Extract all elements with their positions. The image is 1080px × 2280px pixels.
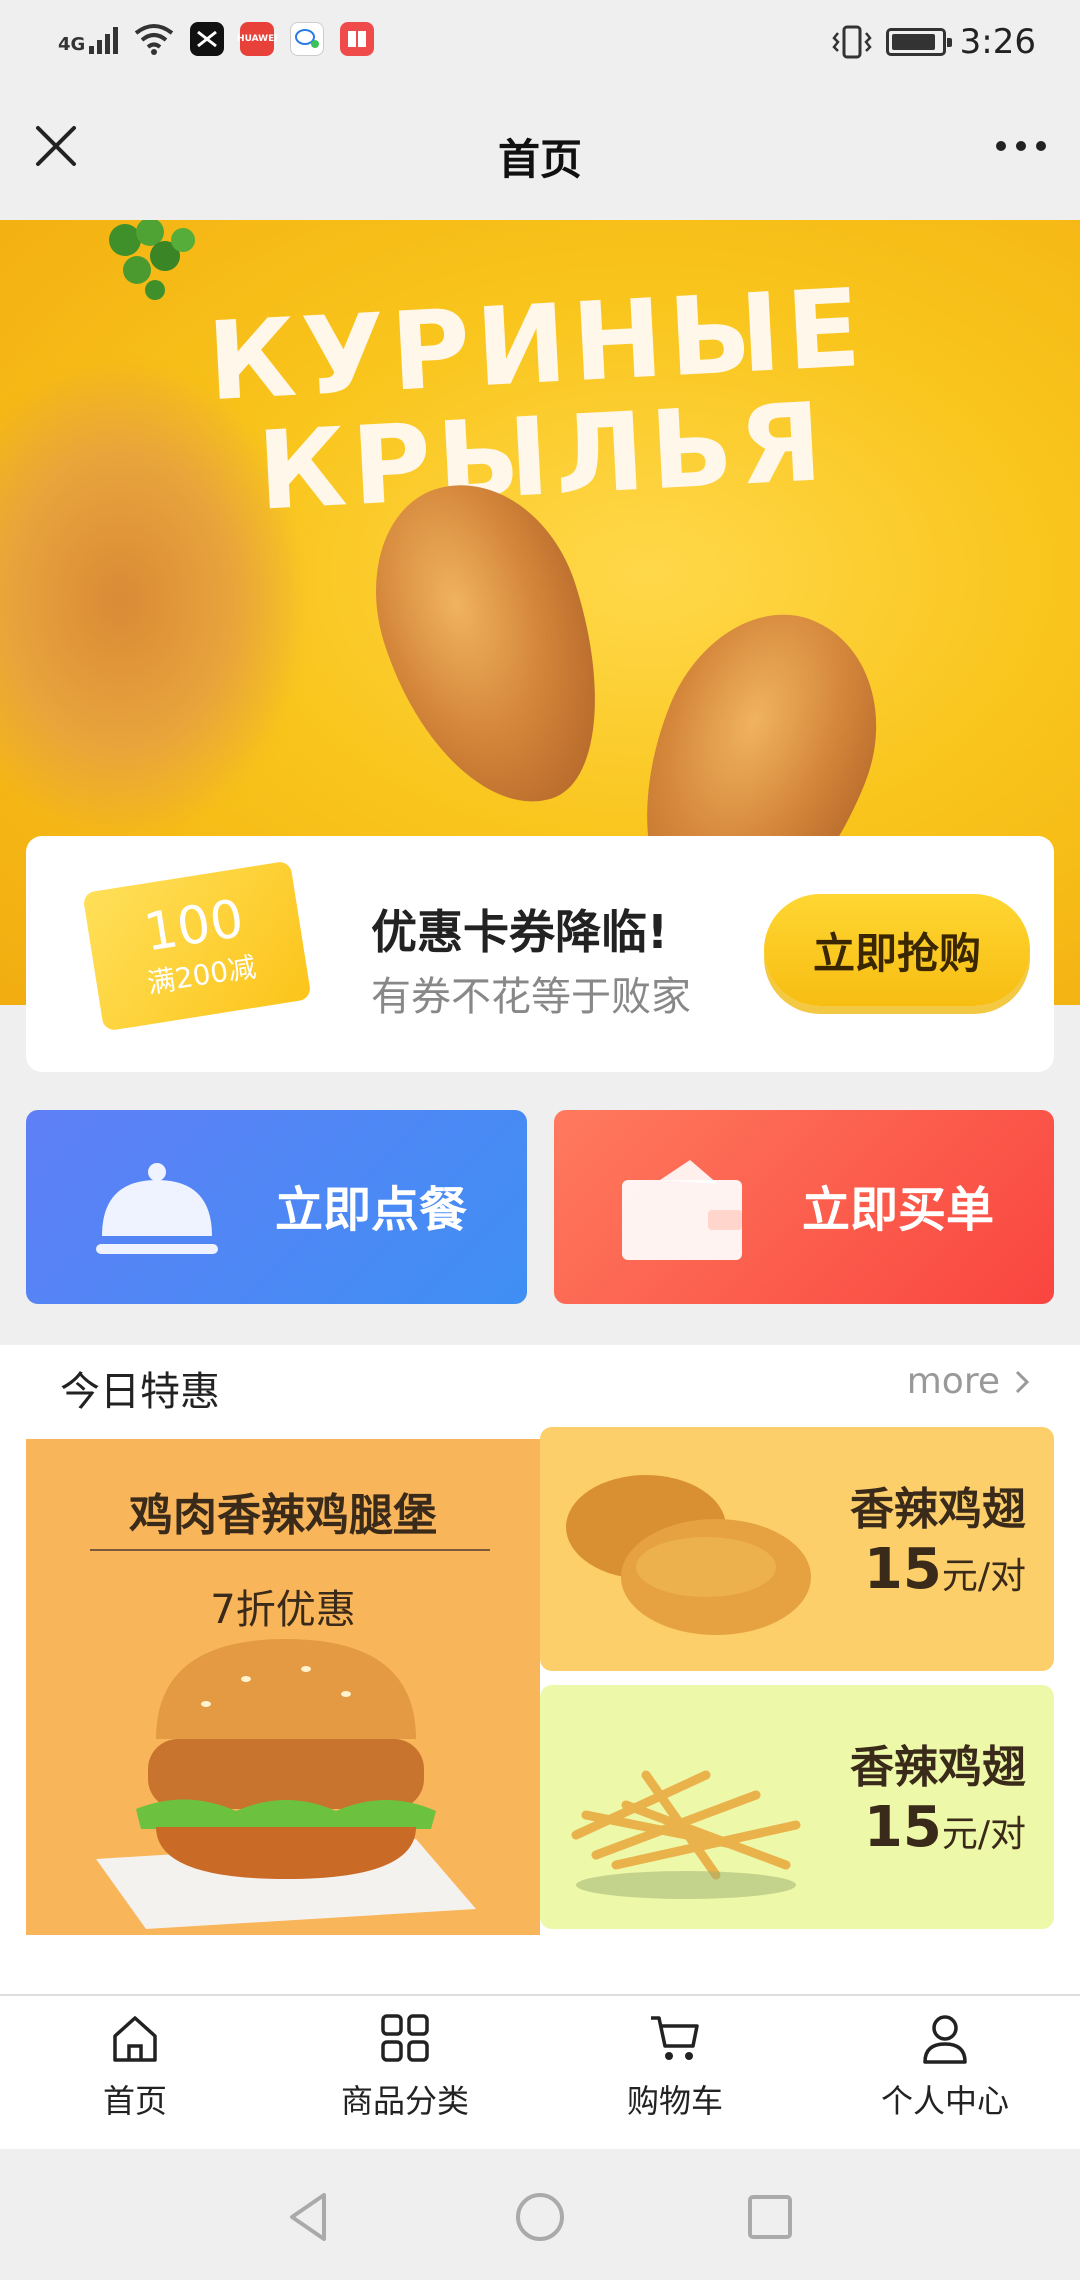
status-bar: 4G HUAWEI 3:26 — [0, 0, 1080, 90]
wifi-icon — [135, 24, 174, 55]
deal-name: 香辣鸡翅 — [850, 1484, 1026, 1535]
more-icon[interactable] — [986, 126, 1056, 166]
featured-deal-name: 鸡肉香辣鸡腿堡 — [129, 1490, 437, 1541]
tab-profile-label: 个人中心 — [880, 2082, 1009, 2120]
deal-price-unit: 元/对 — [941, 1814, 1026, 1855]
deal-price-value: 15 — [863, 1795, 942, 1860]
battery-icon — [885, 28, 952, 56]
message-app-icon — [290, 22, 325, 56]
tab-cart-label: 购物车 — [626, 2082, 723, 2120]
network-type: 4G — [58, 34, 86, 55]
page-title: 首页 — [497, 135, 582, 184]
clock: 3:26 — [959, 22, 1036, 62]
coupon-ticket-icon: 100 满200减 — [82, 860, 312, 1032]
tab-categories-label: 商品分类 — [340, 2082, 469, 2120]
home-icon — [113, 2016, 157, 2062]
deal-card[interactable]: 香辣鸡翅 15元/对 — [540, 1427, 1054, 1671]
user-icon — [923, 2015, 967, 2064]
recents-icon[interactable] — [742, 2189, 798, 2245]
vibrate-icon — [831, 25, 872, 59]
back-icon[interactable] — [280, 2189, 336, 2245]
huawei-app-label: HUAWEI — [237, 34, 278, 44]
pay-now-button[interactable]: 立即买单 — [554, 1110, 1054, 1304]
tab-home[interactable]: 首页 — [0, 2010, 270, 2140]
tab-home-label: 首页 — [102, 2082, 167, 2120]
deal-name: 香辣鸡翅 — [850, 1742, 1026, 1793]
bottom-tab-bar: 首页 商品分类 购物车 个人中心 — [0, 1994, 1080, 2149]
section-title: 今日特惠 — [60, 1369, 220, 1415]
pay-now-label: 立即买单 — [801, 1182, 994, 1238]
capcut-app-icon — [190, 22, 225, 56]
order-now-label: 立即点餐 — [274, 1182, 467, 1238]
divider — [90, 1549, 490, 1551]
huawei-app-icon: HUAWEI — [237, 22, 278, 56]
tab-profile[interactable]: 个人中心 — [810, 2010, 1080, 2140]
order-now-button[interactable]: 立即点餐 — [26, 1110, 527, 1304]
deal-price-value: 15 — [863, 1537, 942, 1602]
tab-categories[interactable]: 商品分类 — [270, 2010, 540, 2140]
more-label: more — [906, 1361, 1000, 1402]
system-nav-bar — [0, 2149, 1080, 2280]
featured-deal-card[interactable]: 鸡肉香辣鸡腿堡 7折优惠 — [26, 1439, 540, 1935]
coupon-subtitle: 有券不花等于败家 — [371, 974, 691, 1020]
dome-cover-icon — [96, 1163, 218, 1254]
today-deals-section: 今日特惠 more 鸡肉香辣鸡腿堡 7折优惠 香辣鸡翅 15元/对 香辣鸡翅 1… — [0, 1345, 1080, 1995]
reader-app-icon — [340, 22, 375, 56]
deal-price: 15元/对 — [864, 1795, 1026, 1860]
home-circle-icon[interactable] — [512, 2189, 568, 2245]
grab-coupon-button[interactable]: 立即抢购 — [764, 894, 1030, 1006]
chevron-right-icon — [1015, 1370, 1030, 1393]
featured-deal-discount: 7折优惠 — [210, 1587, 356, 1633]
wallet-icon — [622, 1160, 742, 1260]
status-right: 3:26 — [831, 22, 1036, 62]
deal-price-unit: 元/对 — [941, 1556, 1026, 1597]
battery-level — [891, 34, 935, 50]
tab-cart[interactable]: 购物车 — [540, 2010, 810, 2140]
parsley-decoration — [109, 220, 195, 300]
status-left: 4G HUAWEI — [58, 22, 375, 56]
more-link[interactable]: more — [907, 1361, 1030, 1402]
header-bar: 首页 — [0, 90, 1080, 220]
coupon-card: 100 满200减 优惠卡券降临! 有券不花等于败家 立即抢购 — [26, 836, 1054, 1072]
chicken-wings-image — [566, 1475, 811, 1635]
burger-image — [96, 1639, 476, 1929]
grid-icon — [381, 2014, 429, 2062]
coupon-title: 优惠卡券降临! — [371, 905, 668, 959]
deal-price: 15元/对 — [864, 1537, 1026, 1602]
cart-icon — [651, 2016, 699, 2060]
banner-title: КУРИНЫЕ КРЫЛЬЯ — [125, 266, 956, 536]
fries-image — [571, 1770, 801, 1899]
deal-card[interactable]: 香辣鸡翅 15元/对 — [540, 1685, 1054, 1929]
signal-icon — [89, 24, 119, 54]
